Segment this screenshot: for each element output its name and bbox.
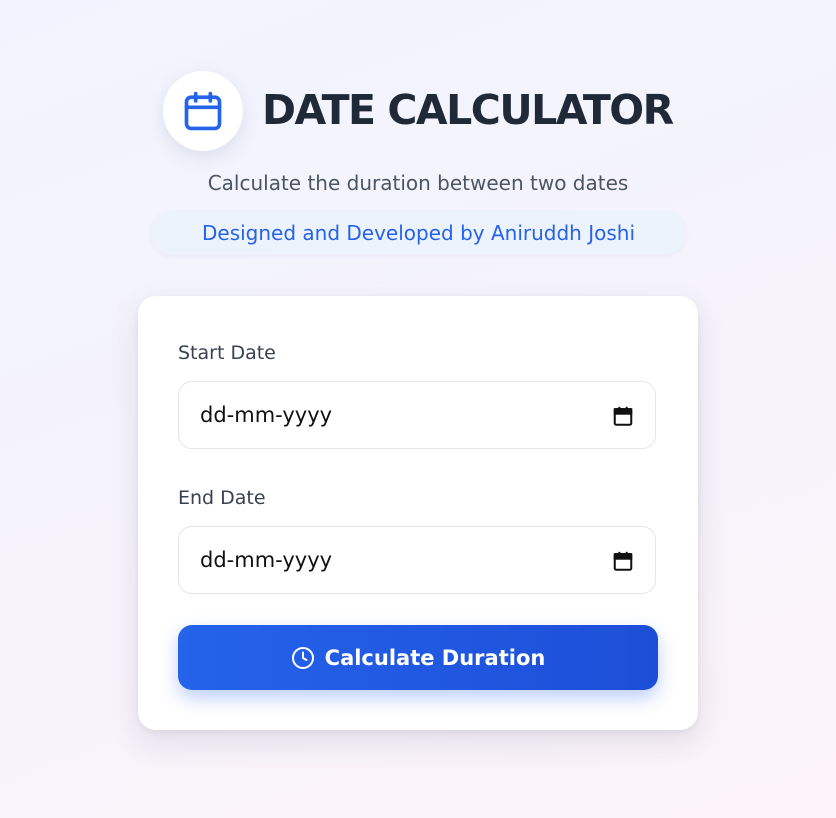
calculate-duration-button[interactable]: Calculate Duration bbox=[178, 625, 658, 690]
logo-badge bbox=[163, 71, 243, 151]
calendar-icon[interactable] bbox=[612, 550, 634, 572]
start-date-value: dd-mm-yyyy bbox=[200, 403, 333, 427]
credit-badge: Designed and Developed by Aniruddh Joshi bbox=[151, 211, 686, 255]
app-header: DATE CALCULATOR bbox=[0, 70, 836, 152]
calculator-card: Start Date dd-mm-yyyy End Date dd-mm-yyy… bbox=[138, 296, 698, 730]
calculate-duration-label: Calculate Duration bbox=[324, 645, 546, 670]
start-date-label: Start Date bbox=[178, 342, 276, 364]
page-subtitle: Calculate the duration between two dates bbox=[207, 171, 629, 195]
start-date-input[interactable]: dd-mm-yyyy bbox=[178, 381, 656, 449]
end-date-label: End Date bbox=[178, 487, 266, 509]
calendar-icon bbox=[184, 91, 222, 131]
end-date-input[interactable]: dd-mm-yyyy bbox=[178, 526, 656, 594]
clock-icon bbox=[291, 646, 314, 669]
calendar-icon[interactable] bbox=[612, 405, 634, 427]
page-title: DATE CALCULATOR bbox=[262, 86, 674, 134]
end-date-value: dd-mm-yyyy bbox=[200, 548, 333, 572]
